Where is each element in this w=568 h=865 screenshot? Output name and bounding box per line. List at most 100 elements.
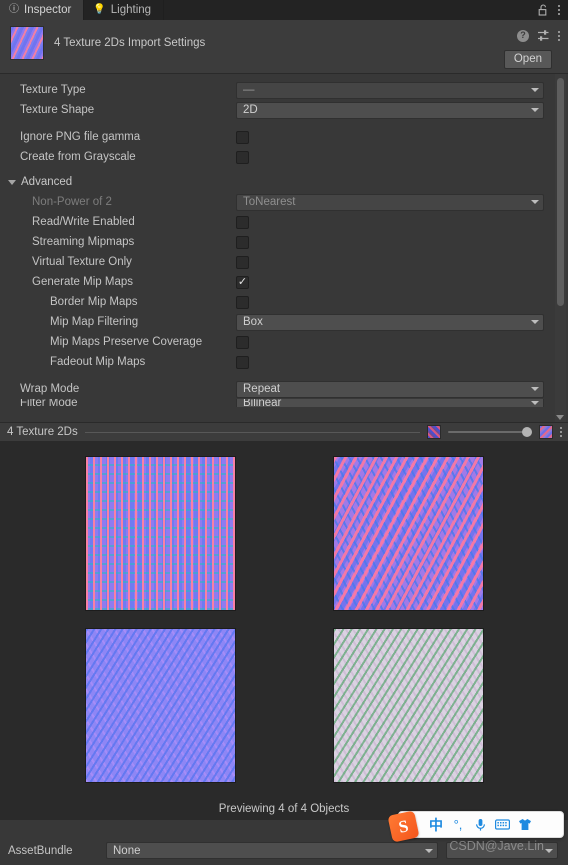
row-filter-mode: Filter Mode Bilinear	[0, 399, 568, 407]
object-header: 4 Texture 2Ds Import Settings ? Open	[0, 20, 568, 74]
microphone-icon[interactable]	[473, 816, 487, 834]
texture-preview-4[interactable]	[332, 627, 484, 783]
label-border-mip-maps: Border Mip Maps	[50, 296, 138, 308]
label-texture-type: Texture Type	[20, 84, 86, 96]
label-read-write-enabled: Read/Write Enabled	[32, 216, 135, 228]
keyboard-icon[interactable]	[495, 816, 510, 834]
label-mip-maps-preserve-coverage: Mip Maps Preserve Coverage	[50, 336, 203, 348]
punctuation-icon[interactable]: °,	[451, 816, 465, 834]
preset-sliders-icon[interactable]	[537, 29, 550, 42]
assetbundle-value: None	[113, 844, 141, 857]
row-non-power-of-2: Non-Power of 2 ToNearest	[0, 192, 568, 212]
dropdown-texture-shape[interactable]: 2D	[236, 101, 544, 119]
checkbox-streaming-mipmaps[interactable]: ✓	[236, 235, 249, 249]
label-virtual-texture-only: Virtual Texture Only	[32, 256, 132, 268]
chevron-down-icon	[8, 179, 16, 185]
slider-track	[448, 431, 532, 433]
dropdown-wrap-mode[interactable]: Repeat	[236, 380, 544, 398]
label-streaming-mipmaps: Streaming Mipmaps	[32, 236, 135, 248]
dropdown-filter-mode-value: Bilinear	[243, 399, 282, 407]
checkbox-virtual-texture-only[interactable]: ✓	[236, 255, 249, 269]
chevron-down-icon	[531, 108, 539, 112]
label-non-power-of-2: Non-Power of 2	[32, 196, 112, 208]
dropdown-wrap-mode-value: Repeat	[243, 383, 281, 395]
skin-shirt-icon[interactable]	[518, 816, 532, 834]
chevron-down-icon[interactable]	[556, 415, 564, 420]
settings-scrollbar[interactable]	[555, 74, 566, 422]
inspector-window: ⓘ Inspector 💡 Lighting 4 Texture 2Ds Imp…	[0, 0, 568, 865]
dropdown-texture-type[interactable]: —	[236, 81, 544, 99]
page-title: 4 Texture 2Ds Import Settings	[54, 37, 206, 49]
preview-header: 4 Texture 2Ds	[0, 422, 568, 442]
row-texture-type: Texture Type —	[0, 80, 568, 100]
checkbox-fadeout-mip-maps[interactable]: ✓	[236, 355, 249, 369]
chinese-mode-icon[interactable]: 中	[429, 816, 443, 834]
chevron-down-icon	[531, 88, 539, 92]
preview-title: 4 Texture 2Ds	[7, 426, 78, 438]
preview-menu-icon[interactable]	[560, 427, 562, 437]
assetbundle-label: AssetBundle	[8, 844, 73, 857]
checkbox-read-write-enabled[interactable]: ✓	[236, 215, 249, 229]
row-streaming-mipmaps: Streaming Mipmaps ✓	[0, 232, 568, 252]
checkbox-ignore-png-gamma[interactable]: ✓	[236, 130, 249, 144]
slider-knob[interactable]	[522, 427, 532, 437]
tab-inspector[interactable]: ⓘ Inspector	[0, 0, 85, 20]
scrollbar-thumb[interactable]	[557, 78, 564, 306]
sogou-ime-toolbar: S 中 °,	[387, 810, 564, 843]
checkbox-mip-maps-preserve-coverage[interactable]: ✓	[236, 335, 249, 349]
chevron-down-icon	[531, 320, 539, 324]
checkbox-border-mip-maps[interactable]: ✓	[236, 295, 249, 309]
dropdown-mip-map-filtering-value: Box	[243, 316, 263, 328]
assetbundle-row: AssetBundle None	[0, 842, 568, 859]
dropdown-filter-mode[interactable]: Bilinear	[236, 399, 544, 407]
chevron-down-icon	[531, 387, 539, 391]
row-fadeout-mip-maps: Fadeout Mip Maps ✓	[0, 352, 568, 372]
object-header-menu-icon[interactable]	[558, 30, 560, 41]
row-create-from-grayscale: Create from Grayscale ✓	[0, 147, 568, 167]
unlocked-padlock-icon[interactable]	[538, 4, 549, 16]
chevron-down-icon	[425, 848, 433, 853]
dropdown-non-power-of-2[interactable]: ToNearest	[236, 193, 544, 211]
texture-preview-3[interactable]	[84, 627, 236, 783]
help-icon[interactable]: ?	[517, 29, 529, 42]
tab-inspector-label: Inspector	[24, 4, 72, 16]
checkbox-generate-mip-maps[interactable]: ✓	[236, 275, 249, 289]
foldout-advanced[interactable]: Advanced	[0, 172, 568, 192]
checkbox-create-from-grayscale[interactable]: ✓	[236, 150, 249, 164]
chevron-down-icon	[531, 401, 539, 405]
row-border-mip-maps: Border Mip Maps ✓	[0, 292, 568, 312]
texture-preview-2[interactable]	[332, 456, 484, 612]
dropdown-non-power-of-2-value: ToNearest	[243, 196, 296, 208]
preview-divider	[84, 431, 420, 433]
row-generate-mip-maps: Generate Mip Maps ✓	[0, 272, 568, 292]
row-read-write-enabled: Read/Write Enabled ✓	[0, 212, 568, 232]
row-mip-maps-preserve-coverage: Mip Maps Preserve Coverage ✓	[0, 332, 568, 352]
label-generate-mip-maps: Generate Mip Maps	[32, 276, 133, 288]
assetbundle-dropdown[interactable]: None	[106, 842, 438, 859]
label-create-from-grayscale: Create from Grayscale	[20, 151, 136, 163]
row-virtual-texture-only: Virtual Texture Only ✓	[0, 252, 568, 272]
texture-thumbnail	[10, 26, 44, 60]
texture-preview-grid	[0, 442, 568, 819]
tab-lighting[interactable]: 💡 Lighting	[84, 0, 165, 20]
tab-bar: ⓘ Inspector 💡 Lighting	[0, 0, 568, 20]
open-button[interactable]: Open	[503, 50, 552, 69]
dropdown-mip-map-filtering[interactable]: Box	[236, 313, 544, 331]
tab-bar-menu-icon[interactable]	[558, 5, 560, 15]
row-wrap-mode: Wrap Mode Repeat	[0, 379, 568, 399]
texture-preview-1[interactable]	[84, 456, 236, 612]
chevron-down-icon	[531, 200, 539, 204]
object-header-actions: ?	[517, 26, 560, 42]
tab-bar-actions	[538, 0, 568, 20]
label-ignore-png-gamma: Ignore PNG file gamma	[20, 131, 141, 143]
assetbundle-variant-dropdown[interactable]	[446, 842, 558, 859]
app-grid-icon[interactable]	[540, 816, 556, 834]
sogou-logo-icon[interactable]: S	[387, 810, 420, 843]
texture-filter-icon[interactable]	[539, 425, 553, 439]
texture-swatch-icon[interactable]	[427, 425, 441, 439]
row-mip-map-filtering: Mip Map Filtering Box	[0, 312, 568, 332]
label-fadeout-mip-maps: Fadeout Mip Maps	[50, 356, 146, 368]
row-texture-shape: Texture Shape 2D	[0, 100, 568, 120]
foldout-advanced-label: Advanced	[21, 176, 73, 188]
preview-zoom-slider[interactable]	[448, 425, 532, 439]
